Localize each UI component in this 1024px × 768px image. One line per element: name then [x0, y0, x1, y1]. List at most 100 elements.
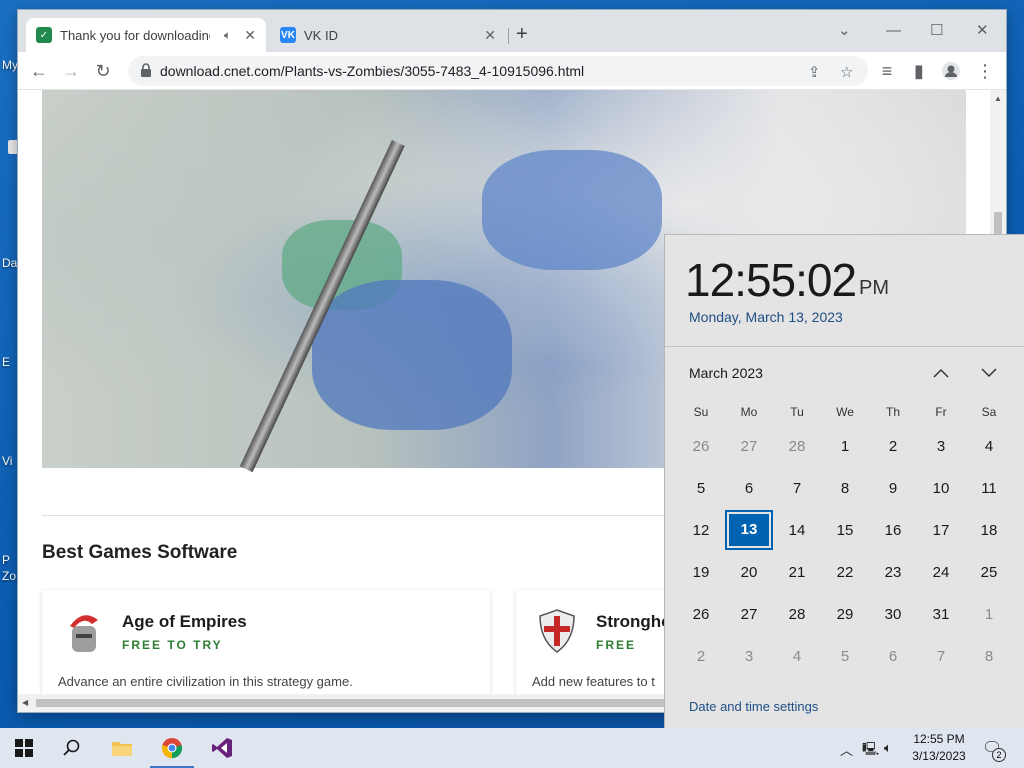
desktop-icon-label[interactable]: My [2, 58, 18, 72]
taskbar-date[interactable]: 3/13/2023 [908, 749, 970, 763]
calendar-day[interactable]: 6 [869, 648, 917, 665]
calendar-day[interactable]: 17 [917, 522, 965, 539]
calendar-day[interactable]: 1 [821, 438, 869, 455]
menu-kebab-icon[interactable]: ⋮ [974, 60, 996, 82]
reload-icon[interactable]: ↻ [92, 60, 114, 82]
tab-separator [508, 28, 509, 44]
calendar-day[interactable]: 31 [917, 606, 965, 623]
next-month-icon[interactable] [977, 363, 1001, 383]
calendar-day[interactable]: 23 [869, 564, 917, 581]
start-button[interactable] [0, 728, 48, 768]
tab-search-icon[interactable]: ⌄ [838, 21, 851, 41]
calendar-day[interactable]: 27 [725, 438, 773, 455]
taskbar-time[interactable]: 12:55 PM [908, 732, 970, 746]
minimize-icon[interactable]: — [886, 21, 901, 41]
calendar-day[interactable]: 3 [725, 648, 773, 665]
visual-studio-button[interactable] [198, 728, 246, 768]
calendar-day[interactable]: 9 [869, 480, 917, 497]
calendar-day[interactable]: 27 [725, 606, 773, 623]
calendar-day[interactable]: 18 [965, 522, 1013, 539]
notification-count-badge: 2 [992, 748, 1006, 762]
forward-icon[interactable]: → [60, 60, 82, 82]
calendar-day[interactable]: 26 [677, 606, 725, 623]
chrome-button[interactable] [148, 728, 196, 768]
address-bar[interactable]: download.cnet.com/Plants-vs-Zombies/3055… [128, 56, 868, 86]
desktop-icon-label[interactable]: E [2, 355, 18, 369]
bookmark-star-icon[interactable]: ☆ [840, 63, 853, 81]
date-time-settings-link[interactable]: Date and time settings [689, 699, 818, 714]
calendar-day[interactable]: 21 [773, 564, 821, 581]
calendar-day[interactable]: 20 [725, 564, 773, 581]
desktop-icon-label[interactable]: Da [2, 256, 18, 270]
clock-time: 12:55:02 [685, 254, 857, 306]
audio-playing-icon[interactable]: 🔈︎ [224, 28, 231, 43]
volume-icon[interactable]: 🔈︎ [884, 740, 892, 756]
calendar-day[interactable]: 4 [773, 648, 821, 665]
file-explorer-button[interactable] [98, 728, 146, 768]
calendar-day[interactable]: 2 [869, 438, 917, 455]
calendar-day[interactable]: 26 [677, 438, 725, 455]
calendar-day[interactable]: 8 [965, 648, 1013, 665]
calendar-day[interactable]: 14 [773, 522, 821, 539]
weekday-label: Mo [740, 405, 758, 419]
calendar-day[interactable]: 30 [869, 606, 917, 623]
flyout-divider [665, 346, 1024, 347]
close-tab-icon[interactable]: ✕ [484, 27, 496, 44]
maximize-icon[interactable]: ☐ [930, 21, 943, 41]
share-icon[interactable]: ⇪ [808, 63, 821, 81]
browser-toolbar: ← → ↻ download.cnet.com/Plants-vs-Zombie… [18, 52, 1006, 90]
calendar-day[interactable]: 28 [773, 438, 821, 455]
tab-vk-id[interactable]: VK VK ID ✕ [270, 18, 506, 52]
scroll-up-icon[interactable]: ▲ [994, 94, 1002, 103]
calendar-day[interactable]: 12 [677, 522, 725, 539]
calendar-day[interactable]: 5 [677, 480, 725, 497]
desktop-icon-label[interactable]: Zo [2, 569, 18, 583]
vk-favicon-icon: VK [280, 27, 296, 43]
close-window-icon[interactable]: ✕ [976, 21, 989, 41]
calendar-day[interactable]: 11 [965, 480, 1013, 497]
calendar-day[interactable]: 15 [821, 522, 869, 539]
calendar-day[interactable]: 7 [917, 648, 965, 665]
price-badge: FREE TO TRY [122, 638, 223, 652]
calendar-day[interactable]: 16 [869, 522, 917, 539]
desktop-icon-label[interactable]: P [2, 553, 18, 567]
calendar-day[interactable]: 4 [965, 438, 1013, 455]
calendar-day-today[interactable]: 13 [725, 510, 773, 550]
calendar-day[interactable]: 10 [917, 480, 965, 497]
calendar-day[interactable]: 28 [773, 606, 821, 623]
close-tab-icon[interactable]: ✕ [244, 27, 256, 44]
calendar-day[interactable]: 25 [965, 564, 1013, 581]
tab-cnet[interactable]: ✓ Thank you for downloading 🔈︎ ✕ [26, 18, 266, 52]
clock-date-link[interactable]: Monday, March 13, 2023 [689, 309, 843, 325]
show-hidden-icons-icon[interactable]: ︿ [840, 740, 853, 759]
calendar-day[interactable]: 7 [773, 480, 821, 497]
calendar-day[interactable]: 2 [677, 648, 725, 665]
network-icon[interactable]: 🖳︎ [862, 740, 879, 762]
software-name[interactable]: Age of Empires [122, 612, 247, 632]
new-tab-icon[interactable]: + [516, 24, 528, 44]
side-panel-icon[interactable]: ▮ [908, 60, 930, 82]
calendar-day[interactable]: 19 [677, 564, 725, 581]
software-card[interactable]: Age of Empires FREE TO TRY Advance an en… [42, 590, 490, 694]
tab-title: VK ID [304, 27, 338, 43]
calendar-day[interactable]: 6 [725, 480, 773, 497]
calendar-day[interactable]: 5 [821, 648, 869, 665]
calendar-day[interactable]: 1 [965, 606, 1013, 623]
desktop-icon[interactable] [8, 140, 18, 154]
scroll-left-icon[interactable]: ◀ [22, 698, 28, 707]
search-button[interactable] [48, 728, 96, 768]
previous-month-icon[interactable] [929, 363, 953, 383]
profile-avatar-icon[interactable] [940, 60, 962, 82]
media-control-icon[interactable]: ≡ [876, 60, 898, 82]
calendar-month-label[interactable]: March 2023 [689, 365, 763, 381]
calendar-day[interactable]: 3 [917, 438, 965, 455]
scrollbar-thumb[interactable] [36, 699, 676, 707]
calendar-day[interactable]: 22 [821, 564, 869, 581]
desktop-icon-label[interactable]: Vi [2, 454, 18, 468]
url-text: download.cnet.com/Plants-vs-Zombies/3055… [160, 63, 585, 79]
software-name[interactable]: Strongho [596, 612, 672, 632]
back-icon[interactable]: ← [28, 60, 50, 82]
calendar-day[interactable]: 24 [917, 564, 965, 581]
calendar-day[interactable]: 8 [821, 480, 869, 497]
calendar-day[interactable]: 29 [821, 606, 869, 623]
